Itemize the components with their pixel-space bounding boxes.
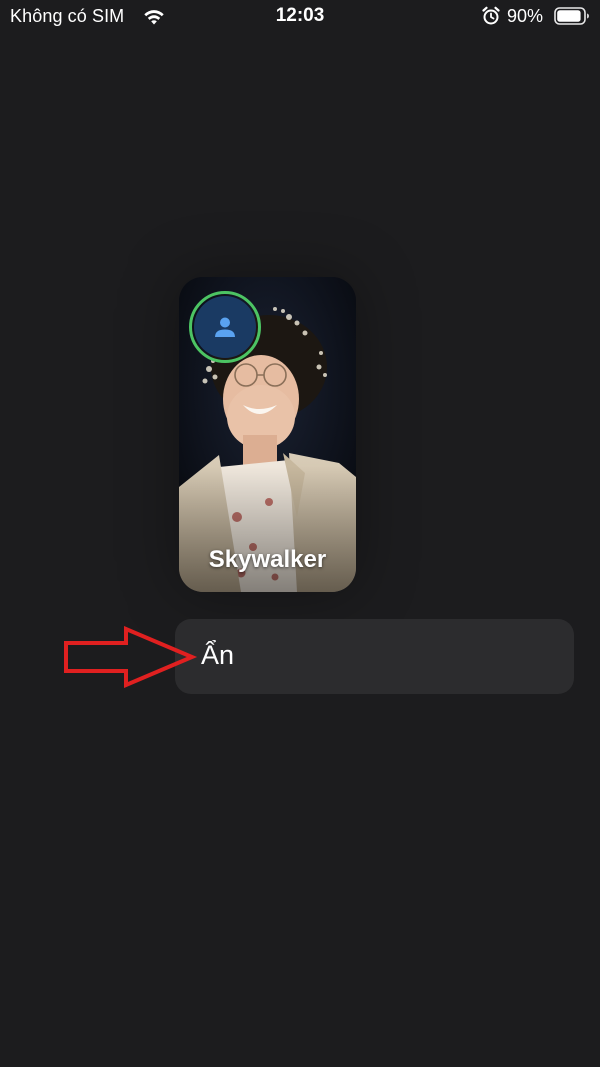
hide-label: Ẩn — [201, 640, 235, 670]
person-icon — [215, 317, 235, 337]
avatar-badge — [189, 291, 261, 363]
hide-button[interactable]: Ẩn — [175, 619, 574, 694]
arrow-right-icon — [64, 626, 198, 688]
battery-percent: 90% — [507, 6, 544, 26]
avatar — [194, 296, 256, 358]
status-bar: Không có SIM 12:03 90% — [0, 0, 600, 34]
battery-icon — [554, 7, 589, 25]
contact-name: Skywalker — [208, 546, 327, 573]
alarm-icon — [482, 6, 500, 25]
contact-card[interactable]: Skywalker — [179, 277, 356, 592]
